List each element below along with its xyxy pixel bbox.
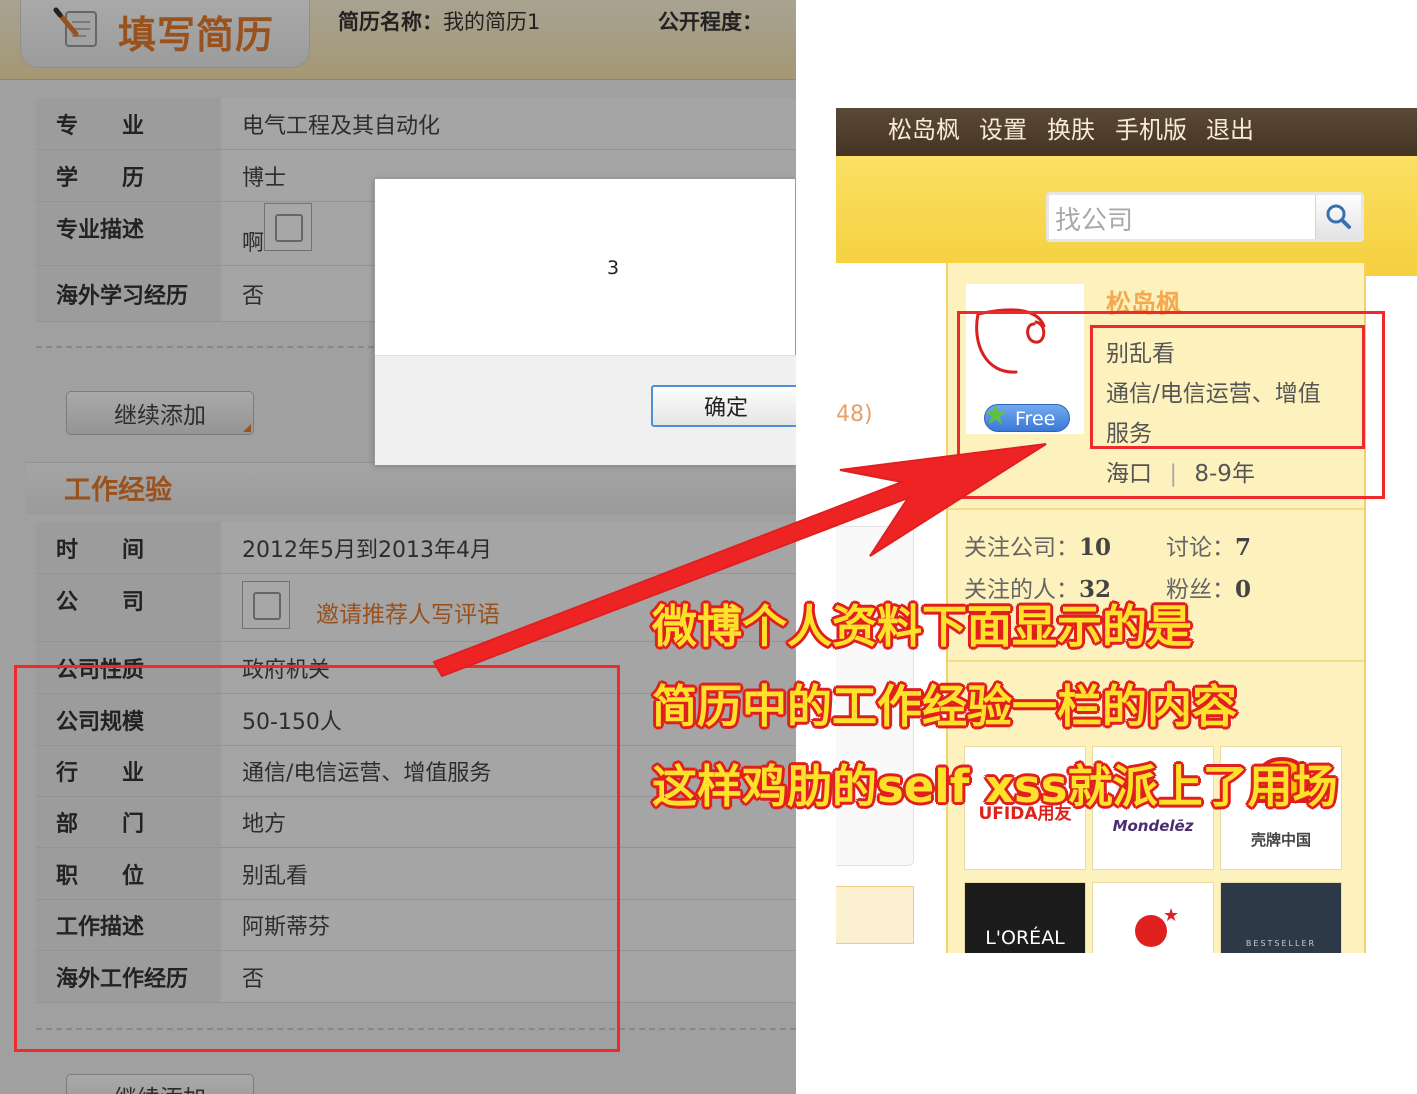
annotation-line-1: 微博个人资料下面显示的是	[652, 600, 1193, 653]
red-arrow-icon	[432, 443, 1047, 678]
annotation-line-3: 这样鸡肋的self xss就派上了用场	[652, 760, 1338, 813]
annotation-line-2: 简历中的工作经验一栏的内容	[652, 680, 1238, 733]
